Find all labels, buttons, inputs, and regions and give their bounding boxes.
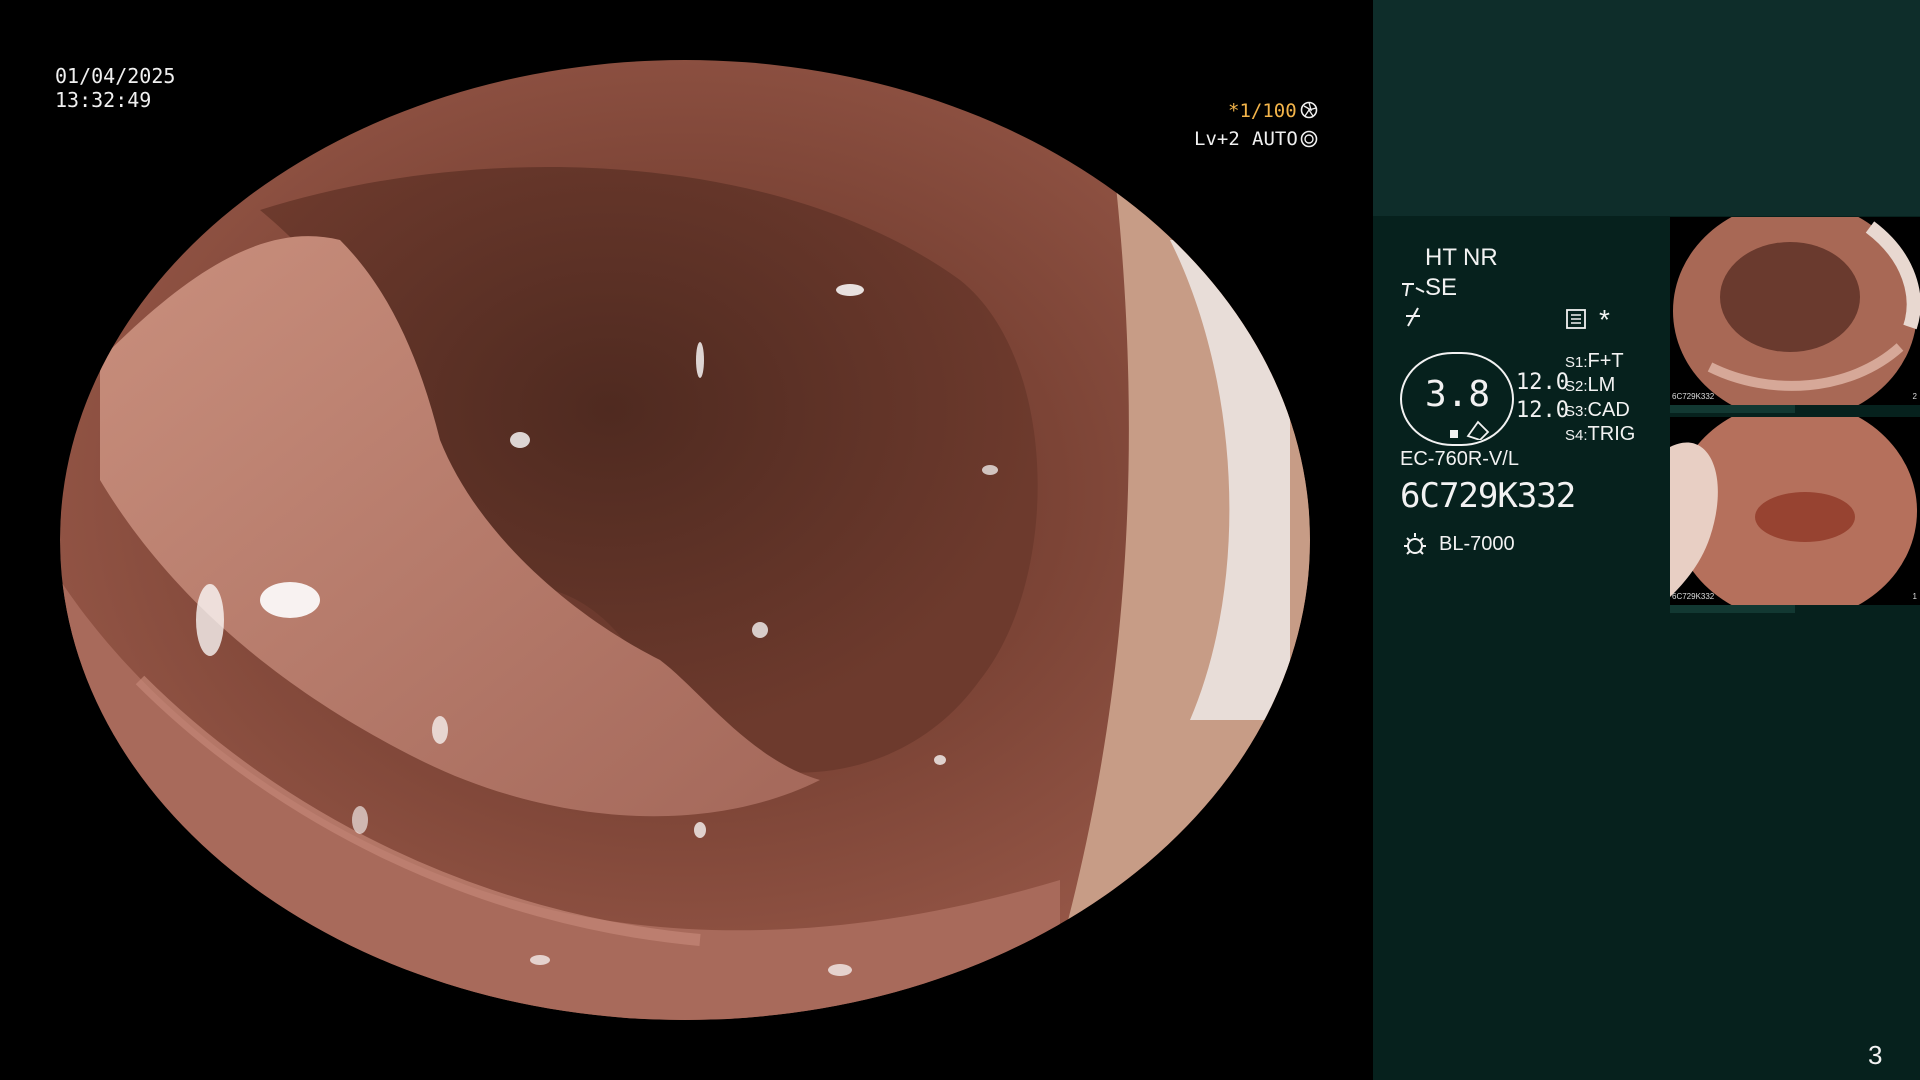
switch-key: S1 — [1565, 354, 1584, 371]
capture-thumbnail[interactable]: 6C729K332 2 — [1670, 217, 1920, 405]
thumbnail-caption: 6C729K332 — [1672, 392, 1715, 401]
switch-item: S3:CAD — [1565, 399, 1630, 421]
time-readout: 13:32:49 — [55, 88, 152, 112]
light-source-icon — [1404, 533, 1426, 555]
page-number: 3 — [1868, 1040, 1883, 1070]
mode-nr: NR — [1463, 244, 1498, 271]
memory-icon — [1566, 309, 1586, 329]
zoom-marker-icon — [1450, 420, 1490, 440]
light-source-label: BL-7000 — [1439, 533, 1515, 555]
switch-value: F+T — [1587, 350, 1624, 372]
zoom-value: 3.8 — [1425, 374, 1491, 415]
mode-ht: HT — [1425, 244, 1457, 271]
thumbnail-index: 1 — [1912, 592, 1917, 601]
switch-value: CAD — [1587, 399, 1630, 421]
thumbnail-divider — [1670, 405, 1795, 413]
scope-serial: 6C729K332 — [1400, 476, 1576, 516]
thumbnail-index: 2 — [1912, 392, 1917, 401]
switch-value: LM — [1587, 374, 1616, 396]
switch-key: S2 — [1565, 378, 1584, 395]
colon-lumen-image — [60, 60, 1310, 1020]
panel-header-area — [1373, 0, 1920, 216]
value-2: 12.0 — [1516, 398, 1569, 423]
color-icon — [1406, 307, 1420, 327]
thumbnail-divider — [1670, 605, 1795, 613]
switch-item: S2:LM — [1565, 374, 1616, 396]
shutter-icon — [1300, 101, 1318, 119]
shutter-readout: *1/100 — [1228, 100, 1297, 122]
thumbnail-caption: 6C729K332 — [1672, 592, 1715, 601]
switch-item: S4:TRIG — [1565, 423, 1636, 445]
switch-item: S1:F+T — [1565, 350, 1624, 372]
thumbnail-image — [1670, 417, 1920, 605]
auto-exposure-icon — [1300, 130, 1318, 148]
switch-value: TRIG — [1587, 423, 1636, 445]
endoscopy-video-area: 01/04/2025 13:32:49 *1/100 Lv+2 AUTO — [0, 0, 1373, 1080]
thumbnail-image — [1670, 217, 1920, 405]
level-readout: Lv+2 — [1194, 128, 1240, 150]
capture-thumbnail[interactable]: 6C729K332 1 — [1670, 417, 1920, 605]
scope-model: EC-760R-V/L — [1400, 448, 1519, 470]
asterisk-indicator: * — [1599, 304, 1610, 335]
structure-enhance-icon — [1402, 283, 1425, 297]
endoscopic-image — [60, 60, 1310, 1020]
exposure-readout: AUTO — [1252, 128, 1298, 150]
switch-key: S4 — [1565, 427, 1584, 444]
mode-se: SE — [1425, 274, 1458, 301]
value-1: 12.0 — [1516, 370, 1569, 395]
switch-key: S3 — [1565, 403, 1584, 420]
date-readout: 01/04/2025 — [55, 64, 176, 88]
